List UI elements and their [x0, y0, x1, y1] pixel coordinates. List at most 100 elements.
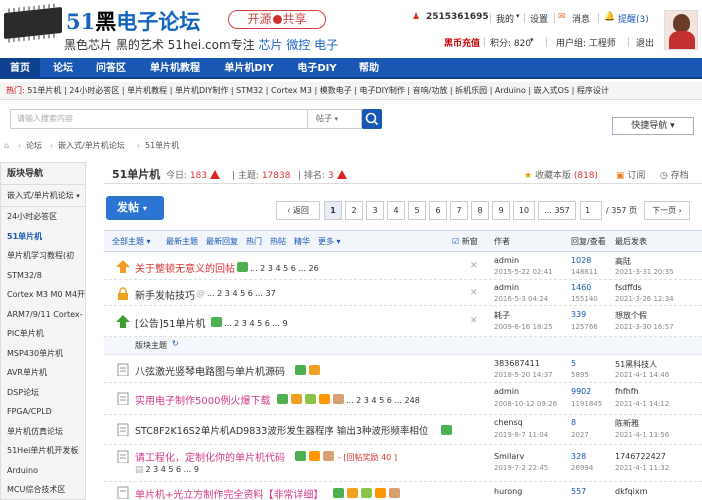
chevron-down-icon[interactable]: ▾ — [530, 36, 534, 44]
table-row[interactable]: 实用电子制作5000例火爆下载 ... 2 3 4 5 6 ... 248 ad… — [104, 383, 702, 415]
page-link[interactable]: 4 — [387, 201, 405, 220]
thread-replies[interactable]: 328 — [571, 452, 586, 461]
thread-replies[interactable]: 9902 — [571, 387, 591, 396]
thread-title[interactable]: 新手发帖技巧 — [135, 287, 195, 302]
recharge-link[interactable]: 黑币充值 — [444, 36, 480, 49]
filter-more[interactable]: 更多 ▾ — [318, 236, 341, 247]
page-link[interactable]: 7 — [450, 201, 468, 220]
user-group[interactable]: 用户组: 工程师 — [556, 36, 616, 49]
nav-tutorial[interactable]: 单片机教程 — [140, 58, 210, 79]
points-link[interactable]: 积分: 820 — [490, 36, 531, 49]
sidebar-item[interactable]: 51Hei单片机开发板 — [1, 441, 85, 461]
page-link[interactable]: 3 — [366, 201, 384, 220]
last-poster[interactable]: dkfqixm — [615, 487, 647, 496]
nav-home[interactable]: 首页 — [0, 58, 40, 79]
quick-nav-button[interactable]: 快捷导航 ▾ — [612, 117, 694, 135]
sidebar-item[interactable]: PIC单片机 — [1, 324, 85, 344]
archive-link[interactable]: ◷ 存档 — [660, 168, 689, 181]
nav-forum[interactable]: 论坛 — [44, 58, 82, 79]
sidebar-item[interactable]: FPGA/CPLD — [1, 402, 85, 422]
messages-link[interactable]: 消息 — [572, 12, 590, 25]
breadcrumb-51mcu[interactable]: 51单片机 — [145, 138, 179, 154]
thread-replies[interactable]: 557 — [571, 487, 586, 496]
thread-title[interactable]: 请工程化，定制化你的单片机代码 — [135, 449, 285, 464]
nav-qa[interactable]: 问答区 — [86, 58, 136, 79]
thread-title[interactable]: 八弦激光竖琴电路图与单片机源码 — [135, 363, 285, 378]
page-input[interactable]: 1 — [580, 201, 602, 220]
search-input[interactable]: 请输入搜索内容 — [10, 109, 308, 129]
sidebar-item[interactable]: DSP论坛 — [1, 383, 85, 403]
close-icon[interactable]: ✕ — [470, 316, 478, 326]
thread-pages[interactable]: ▤ 2 3 4 5 6 ... 9 — [135, 465, 199, 475]
page-link[interactable]: 9 — [492, 201, 510, 220]
thread-title[interactable]: 单片机+光立方制作完全资料【非常详细】 — [135, 486, 323, 500]
last-poster[interactable]: 想放个假 — [615, 310, 647, 321]
settings-link[interactable]: 设置 — [530, 12, 548, 25]
table-row[interactable]: 新手发帖技巧 @... 2 3 4 5 6 ... 37 ✕ admin 201… — [104, 280, 702, 306]
thread-title[interactable]: 实用电子制作5000例火爆下载 — [135, 392, 270, 407]
thread-replies[interactable]: 8 — [571, 418, 576, 427]
subscribe-link[interactable]: ▣ 订阅 — [616, 168, 645, 181]
breadcrumb-forum[interactable]: 论坛 — [26, 138, 42, 154]
table-row[interactable]: 八弦激光竖琴电路图与单片机源码 383687411 2018-5-20 14:3… — [104, 356, 702, 383]
filter-hotpost[interactable]: 热帖 — [270, 236, 286, 247]
close-icon[interactable]: ✕ — [470, 261, 478, 271]
thread-replies[interactable]: 1028 — [571, 256, 591, 265]
page-link[interactable]: 5 — [408, 201, 426, 220]
sidebar-category[interactable]: 嵌入式/单片机论坛 ▾ — [1, 185, 85, 207]
page-link[interactable]: 1 — [324, 201, 342, 220]
sidebar-item[interactable]: ARM7/9/11 Cortex- — [1, 305, 85, 325]
refresh-icon[interactable]: ↻ — [172, 339, 179, 348]
thread-author[interactable]: admin — [494, 256, 519, 265]
home-icon[interactable]: ⌂ — [4, 138, 9, 154]
thread-pages[interactable]: ... 2 3 4 5 6 ... 9 — [224, 319, 288, 328]
thread-pages[interactable]: ... 2 3 4 5 6 ... 26 — [250, 264, 319, 273]
thread-replies[interactable]: 339 — [571, 310, 586, 319]
last-poster[interactable]: 51黑科技人 — [615, 359, 657, 370]
last-poster[interactable]: 陈新雅 — [615, 418, 639, 429]
last-poster[interactable]: 1746722427 — [615, 452, 666, 461]
page-link[interactable]: 2 — [345, 201, 363, 220]
table-row[interactable]: [公告]51单片机 ... 2 3 4 5 6 ... 9 ✕ 耗子 2009-… — [104, 306, 702, 337]
filter-new[interactable]: 最新主题 — [166, 236, 198, 247]
nav-help[interactable]: 帮助 — [350, 58, 388, 79]
hot-items[interactable]: 51单片机 | 24小时必答区 | 单片机教程 | 单片机DIY制作 | STM… — [27, 86, 609, 95]
page-link[interactable]: 6 — [429, 201, 447, 220]
search-type-select[interactable]: 帖子 ▾ — [308, 109, 362, 129]
filter-hot[interactable]: 热门 — [246, 236, 262, 247]
filter-all[interactable]: 全部主题 ▾ — [112, 236, 151, 247]
thread-author[interactable]: 耗子 — [494, 310, 510, 321]
sidebar-item[interactable]: AVR单片机 — [1, 363, 85, 383]
nav-electronic-diy[interactable]: 电子DIY — [288, 58, 346, 79]
sidebar-item-current[interactable]: 51单片机 — [1, 227, 85, 247]
favorite-link[interactable]: ★ 收藏本版 (818) — [524, 168, 598, 181]
user-qq[interactable]: 2515361695 — [426, 12, 489, 22]
breadcrumb-embedded[interactable]: 嵌入式/单片机论坛 — [58, 138, 125, 154]
my-link[interactable]: 我的 — [496, 12, 514, 25]
table-row[interactable]: 单片机+光立方制作完全资料【非常详细】 hurong 557 dkfqixm — [104, 482, 702, 500]
thread-author[interactable]: admin — [494, 387, 519, 396]
sidebar-item[interactable]: 24小时必答区 — [1, 207, 85, 227]
search-button[interactable] — [362, 109, 382, 129]
close-icon[interactable]: ✕ — [470, 288, 478, 298]
logout-link[interactable]: 退出 — [636, 36, 654, 49]
page-link[interactable]: 8 — [471, 201, 489, 220]
sidebar-item[interactable]: 单片机学习教程(初 — [1, 246, 85, 266]
thread-pages[interactable]: ... 2 3 4 5 6 ... 37 — [207, 289, 276, 298]
thread-author[interactable]: 383687411 — [494, 359, 540, 368]
sidebar-item[interactable]: Cortex M3 M0 M4开 — [1, 285, 85, 305]
reminders-link[interactable]: 提醒(3) — [618, 12, 649, 25]
sidebar-item[interactable]: 单片机仿真论坛 — [1, 422, 85, 442]
thread-replies[interactable]: 5 — [571, 359, 576, 368]
last-poster[interactable]: fhfhfh — [615, 387, 639, 396]
thread-title[interactable]: 关于整顿无意义的回帖 — [135, 260, 235, 275]
filter-reply[interactable]: 最新回复 — [206, 236, 238, 247]
new-post-button[interactable]: 发帖 ▾ — [106, 196, 164, 220]
thread-title[interactable]: [公告]51单片机 — [135, 315, 206, 330]
table-row[interactable]: 关于整顿无意义的回帖 ... 2 3 4 5 6 ... 26 ✕ admin … — [104, 253, 702, 280]
thread-author[interactable]: chensq — [494, 418, 523, 427]
page-link-last[interactable]: ... 357 — [538, 201, 576, 220]
table-row[interactable]: 请工程化，定制化你的单片机代码 - [回帖奖励 40 ] ▤ 2 3 4 5 6 … — [104, 445, 702, 482]
chevron-down-icon[interactable]: ▾ — [516, 12, 520, 20]
page-link[interactable]: 10 — [513, 201, 535, 220]
